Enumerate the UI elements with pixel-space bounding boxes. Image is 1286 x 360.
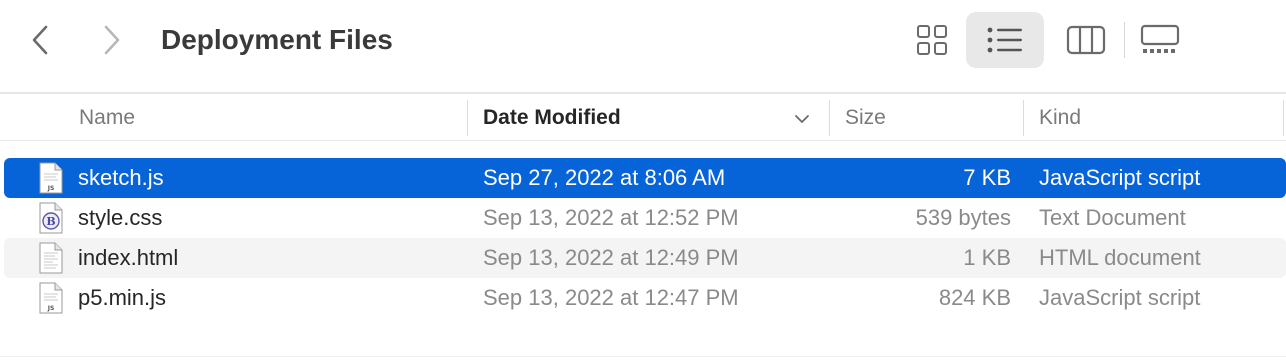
column-resize-handle[interactable] bbox=[467, 100, 468, 136]
icon-view-button[interactable] bbox=[904, 12, 960, 68]
file-kind: JavaScript script bbox=[1039, 165, 1201, 190]
toolbar: Deployment Files bbox=[0, 0, 1286, 92]
column-header-date-modified[interactable]: Date Modified bbox=[483, 96, 621, 140]
file-size: 1 KB bbox=[963, 245, 1011, 270]
column-header-size[interactable]: Size bbox=[845, 96, 886, 140]
grid-icon bbox=[917, 25, 947, 55]
column-header: Name Date Modified Size Kind bbox=[0, 96, 1286, 140]
column-view-button[interactable] bbox=[1058, 12, 1114, 68]
forward-button[interactable] bbox=[92, 20, 132, 60]
file-kind: Text Document bbox=[1039, 205, 1186, 230]
columns-icon bbox=[1066, 25, 1106, 55]
chevron-down-icon bbox=[795, 115, 809, 123]
file-size: 7 KB bbox=[963, 165, 1011, 190]
column-resize-handle[interactable] bbox=[1283, 100, 1284, 136]
column-header-kind[interactable]: Kind bbox=[1039, 96, 1081, 140]
file-kind: HTML document bbox=[1039, 245, 1201, 270]
chevron-right-icon bbox=[104, 25, 120, 55]
column-resize-handle[interactable] bbox=[829, 100, 830, 136]
column-header-name[interactable]: Name bbox=[79, 96, 135, 140]
file-size: 824 KB bbox=[938, 285, 1011, 310]
file-row[interactable]: B style.css Sep 13, 2022 at 12:52 PM 539… bbox=[4, 198, 1286, 238]
list-view-button[interactable] bbox=[966, 12, 1044, 68]
back-button[interactable] bbox=[20, 20, 60, 60]
toolbar-divider bbox=[0, 92, 1286, 94]
list-bottom-divider bbox=[0, 356, 1286, 357]
file-kind: JavaScript script bbox=[1039, 285, 1201, 310]
header-divider bbox=[0, 140, 1286, 141]
toolbar-separator bbox=[1124, 22, 1125, 58]
file-row[interactable]: index.html Sep 13, 2022 at 12:49 PM 1 KB… bbox=[4, 238, 1286, 278]
file-row[interactable]: JS p5.min.js Sep 13, 2022 at 12:47 PM 82… bbox=[4, 278, 1286, 318]
gallery-icon bbox=[1140, 24, 1180, 53]
chevron-left-icon bbox=[32, 25, 48, 55]
list-icon bbox=[987, 27, 1022, 53]
window-title: Deployment Files bbox=[161, 24, 393, 55]
file-row[interactable]: JS sketch.js Sep 27, 2022 at 8:06 AM 7 K… bbox=[4, 158, 1286, 198]
column-resize-handle[interactable] bbox=[1023, 100, 1024, 136]
file-size: 539 bytes bbox=[915, 205, 1011, 230]
gallery-view-button[interactable] bbox=[1128, 12, 1192, 68]
